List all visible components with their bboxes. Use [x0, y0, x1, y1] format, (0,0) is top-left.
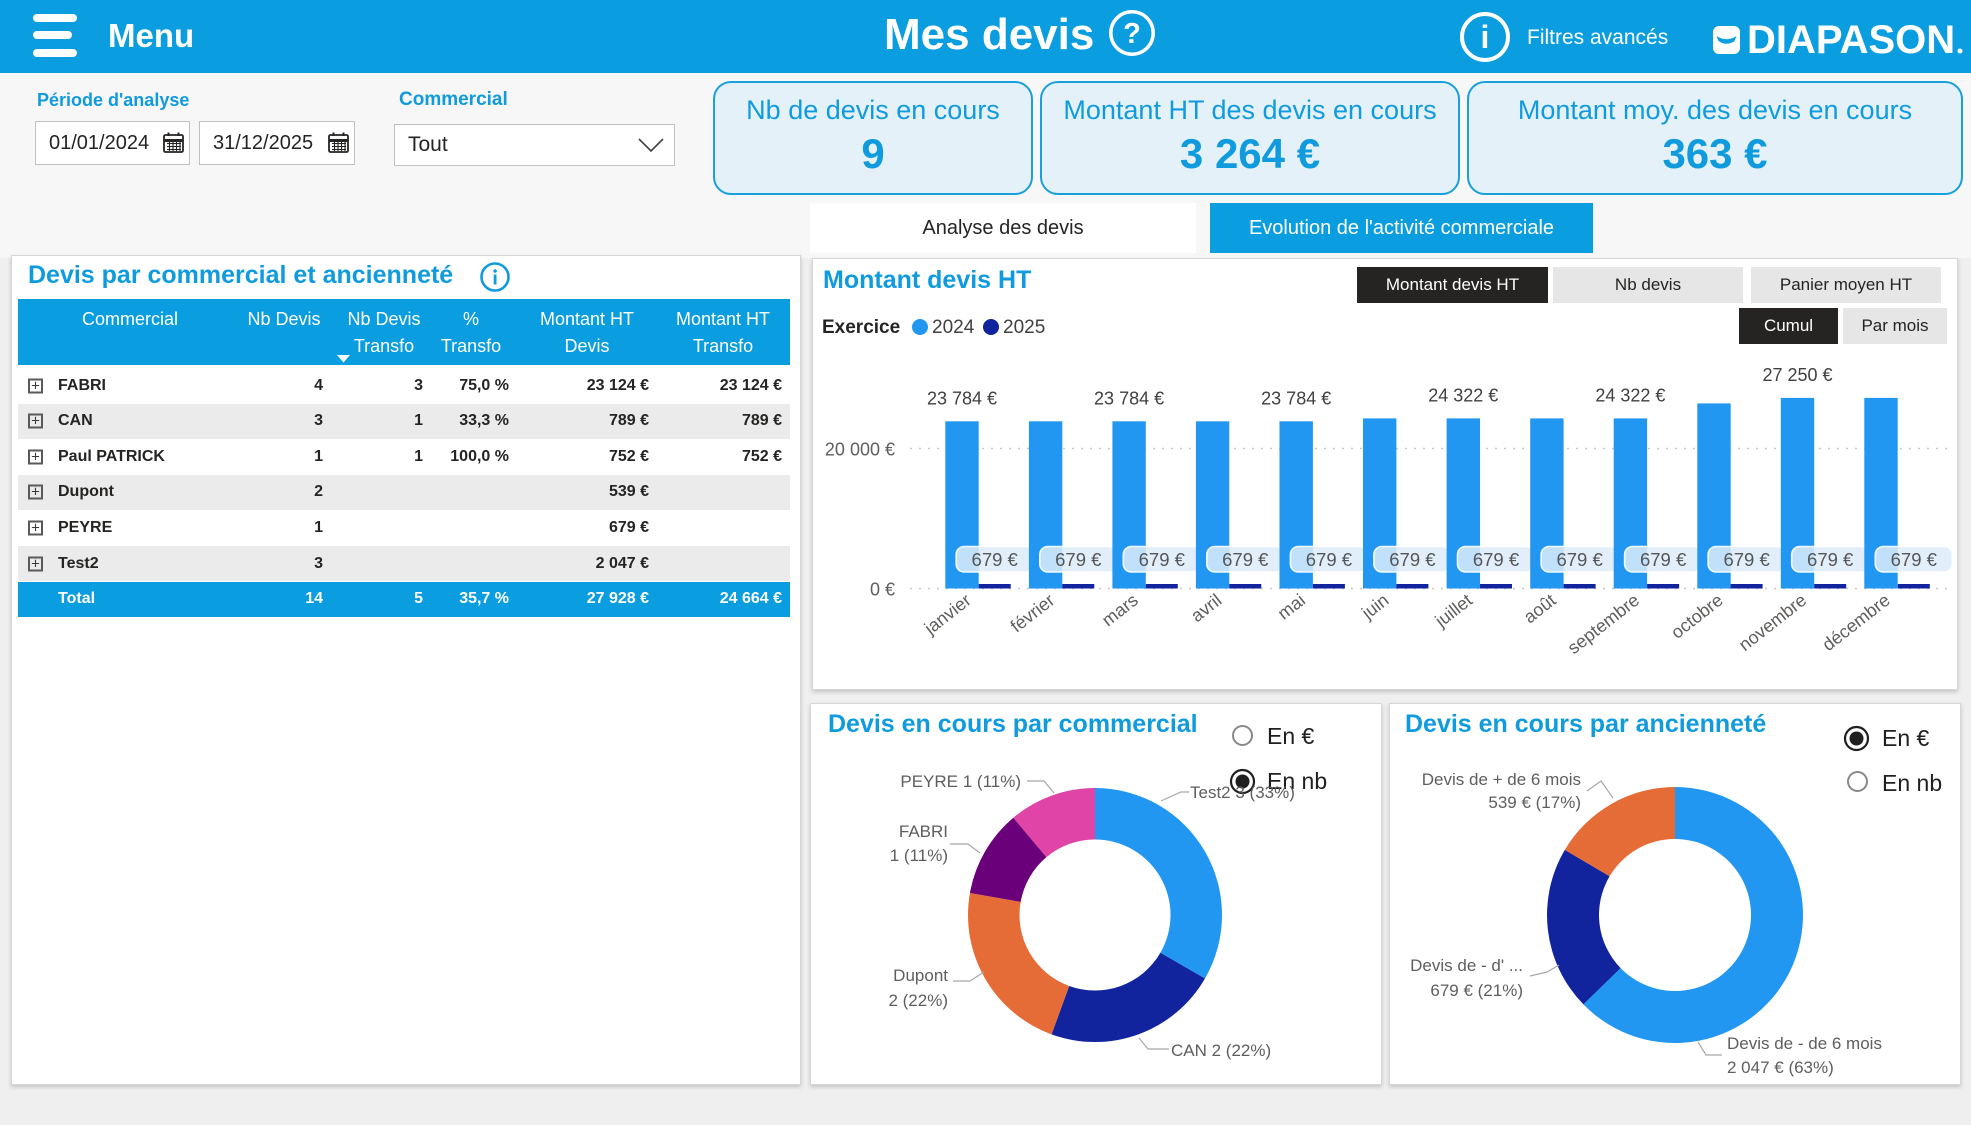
svg-text:septembre: septembre	[1564, 590, 1643, 658]
svg-text:février: février	[1007, 590, 1059, 637]
svg-text:23 784 €: 23 784 €	[927, 388, 997, 408]
svg-text:679 €: 679 €	[1640, 549, 1687, 570]
svg-text:mars: mars	[1098, 590, 1142, 630]
svg-text:décembre: décembre	[1818, 590, 1893, 655]
svg-text:679 €: 679 €	[1891, 549, 1938, 570]
svg-text:679 €: 679 €	[1723, 549, 1770, 570]
svg-text:?: ?	[1123, 18, 1141, 50]
svg-text:23 784 €: 23 784 €	[1094, 388, 1164, 408]
svg-text:679 €: 679 €	[1807, 549, 1854, 570]
svg-text:i: i	[1481, 19, 1490, 55]
svg-text:679 €: 679 €	[972, 549, 1019, 570]
svg-text:679 €: 679 €	[1556, 549, 1603, 570]
svg-text:janvier: janvier	[920, 590, 975, 639]
svg-text:août: août	[1520, 590, 1560, 627]
svg-text:20 000 €: 20 000 €	[825, 440, 895, 460]
svg-text:avril: avril	[1187, 590, 1225, 626]
svg-text:juillet: juillet	[1431, 590, 1476, 632]
svg-text:novembre: novembre	[1735, 590, 1810, 655]
svg-text:679 €: 679 €	[1055, 549, 1102, 570]
svg-text:DIAPASON: DIAPASON	[1747, 18, 1955, 58]
svg-text:0 €: 0 €	[870, 580, 895, 600]
svg-text:27 250 €: 27 250 €	[1762, 365, 1832, 385]
svg-text:octobre: octobre	[1667, 590, 1727, 643]
svg-text:679 €: 679 €	[1389, 549, 1436, 570]
svg-text:24 322 €: 24 322 €	[1428, 385, 1498, 405]
svg-text:mai: mai	[1274, 590, 1309, 624]
svg-text:679 €: 679 €	[1139, 549, 1186, 570]
svg-text:679 €: 679 €	[1473, 549, 1520, 570]
svg-text:juin: juin	[1357, 590, 1392, 624]
svg-text:679 €: 679 €	[1222, 549, 1269, 570]
svg-text:679 €: 679 €	[1306, 549, 1353, 570]
svg-text:23 784 €: 23 784 €	[1261, 388, 1331, 408]
svg-text:24 322 €: 24 322 €	[1595, 385, 1665, 405]
